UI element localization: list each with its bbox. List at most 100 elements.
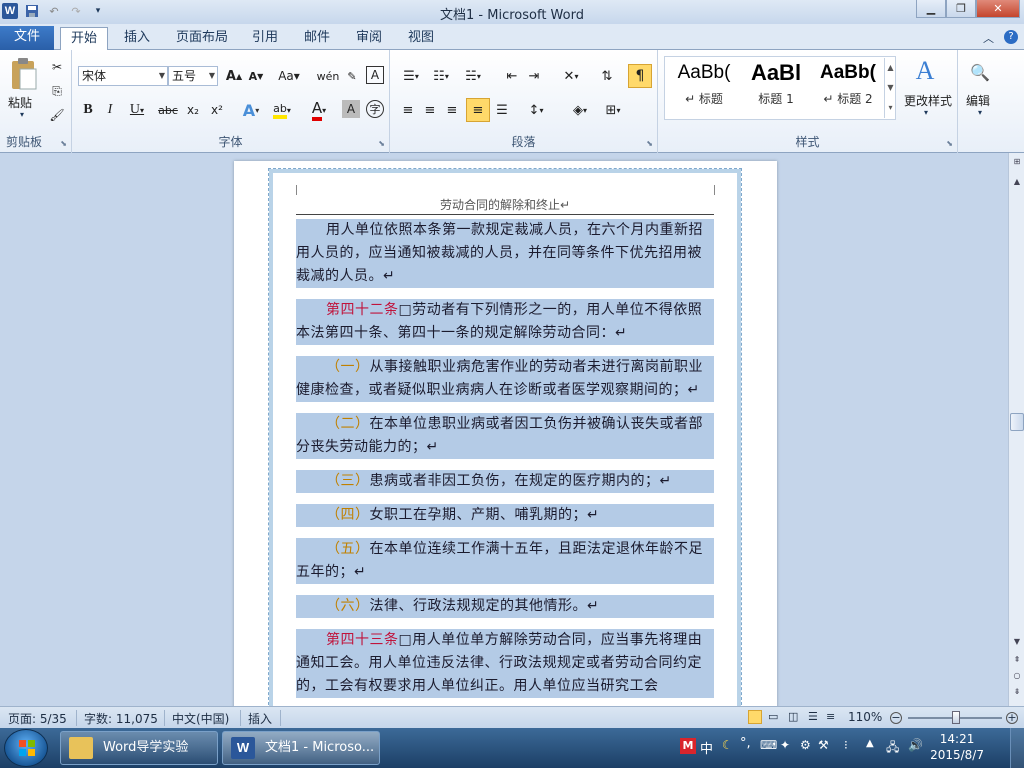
document-paragraph[interactable]: 用人单位依照本条第一款规定裁减人员，在六个月内重新招用人员的，应当通知被裁减的人… [296,219,714,288]
clear-format-icon[interactable]: ✎ [342,66,362,86]
zoom-in-icon[interactable]: + [1006,712,1018,724]
paste-icon[interactable] [8,56,40,92]
web-layout-icon[interactable]: ◫ [788,710,798,723]
document-body[interactable]: 用人单位依照本条第一款规定裁减人员，在六个月内重新招用人员的，应当通知被裁减的人… [296,219,714,706]
keyboard-icon[interactable]: ⌨ [760,738,777,752]
document-paragraph[interactable]: （二）在本单位患职业病或者因工负伤并被确认丧失或者部分丧失劳动能力的；↵ [296,413,714,459]
moon-icon[interactable]: ☾ [722,738,733,752]
paste-button[interactable]: 粘贴 [8,94,32,111]
language-indicator[interactable]: 中文(中国) [172,710,229,727]
tab-insert[interactable]: 插入 [114,27,160,50]
ruler-toggle-icon[interactable]: ⊞ [1010,157,1024,171]
align-left-icon[interactable]: ≡ [398,100,418,120]
chinese-layout-icon[interactable]: ✕ ▾ [556,66,586,86]
tab-references[interactable]: 引用 [242,27,288,50]
paste-dropdown-icon[interactable]: ▾ [20,110,24,119]
tab-review[interactable]: 审阅 [346,27,392,50]
document-paragraph[interactable]: （六）法律、行政法规规定的其他情形。↵ [296,595,714,618]
shading-icon[interactable]: ◈ ▾ [566,100,594,120]
cut-icon[interactable]: ✂ [48,58,66,76]
ime-menu-icon[interactable]: ⁝ [844,738,848,752]
distributed-icon[interactable]: ☰ [492,100,512,120]
bullets-icon[interactable]: ☰ ▾ [398,66,424,86]
borders-icon[interactable]: ⊞ ▾ [598,100,628,120]
change-styles-button[interactable]: 更改样式 [902,92,954,109]
minimize-ribbon-icon[interactable]: ︿ [983,30,994,46]
document-paragraph[interactable]: 第四十二条□劳动者有下列情形之一的，用人单位不得依照本法第四十条、第四十一条的规… [296,299,714,345]
align-center-icon[interactable]: ≡ [420,100,440,120]
taskbar-item-word[interactable]: W 文档1 - Microso... [222,731,380,765]
tab-page-layout[interactable]: 页面布局 [166,27,238,50]
font-color-icon[interactable]: A ▾ [306,99,332,121]
subscript-icon[interactable]: x₂ [182,100,204,120]
zoom-level[interactable]: 110% [848,710,882,724]
browse-object-icon[interactable]: ○ [1010,671,1024,685]
page-counter[interactable]: 页面: 5/35 [8,710,67,727]
document-paragraph[interactable]: 第四十三条□用人单位单方解除劳动合同，应当事先将理由通知工会。用人单位违反法律、… [296,629,714,698]
document-page[interactable]: 劳动合同的解除和终止↵ 用人单位依照本条第一款规定裁减人员，在六个月内重新招用人… [234,161,777,706]
scroll-up-icon[interactable]: ▲ [1010,177,1024,191]
shrink-font-icon[interactable]: A ▼ [246,66,266,86]
decrease-indent-icon[interactable]: ⇤ [502,66,522,86]
align-right-icon[interactable]: ≡ [442,100,462,120]
zoom-slider-thumb[interactable] [952,711,960,724]
numbering-icon[interactable]: ☷ ▾ [428,66,454,86]
justify-icon[interactable]: ≡ [466,98,490,122]
scroll-down-icon[interactable]: ▼ [1010,637,1024,651]
style-item-heading-1[interactable]: AaBl 标题 1 [740,58,812,110]
paragraph-launcher-icon[interactable]: ⬊ [646,139,653,148]
ime-settings-icon[interactable]: ⚒ [818,738,829,752]
underline-icon[interactable]: U ▾ [124,100,150,120]
print-layout-icon[interactable] [748,710,762,724]
document-paragraph[interactable]: （三）患病或者非因工负伤，在规定的医疗期内的；↵ [296,470,714,493]
binoculars-icon[interactable]: 🔍 [968,60,992,84]
style-item-title[interactable]: AaBb( ↵ 标题 [668,58,740,110]
next-page-icon[interactable]: ⇟ [1010,687,1024,701]
copy-icon[interactable]: ⎘ [48,82,66,100]
strikethrough-icon[interactable]: abc [156,100,180,120]
editing-button[interactable]: 编辑 [966,92,990,109]
clock[interactable]: 14:21 2015/8/7 [930,731,984,763]
document-paragraph[interactable]: （一）从事接触职业病危害作业的劳动者未进行离岗前职业健康检查，或者疑似职业病病人… [296,356,714,402]
minimize-button[interactable]: ▁ [916,0,946,18]
enclose-char-icon[interactable]: 字 [366,100,384,118]
change-case-icon[interactable]: Aa▾ [276,66,302,86]
font-size-combo[interactable]: 五号 ▼ [168,66,218,86]
change-styles-icon[interactable]: A [908,56,942,86]
document-paragraph[interactable]: （五）在本单位连续工作满十五年，且距法定退休年龄不足五年的；↵ [296,538,714,584]
tab-mailings[interactable]: 邮件 [294,27,340,50]
increase-indent-icon[interactable]: ⇥ [524,66,544,86]
maximize-button[interactable]: ❐ [946,0,976,18]
tab-view[interactable]: 视图 [398,27,444,50]
text-effects-icon[interactable]: A ▾ [238,100,264,120]
close-button[interactable]: ✕ [976,0,1020,18]
insert-mode[interactable]: 插入 [248,710,272,727]
bold-icon[interactable]: B [78,100,98,120]
sort-icon[interactable]: ⇅ [596,66,618,86]
superscript-icon[interactable]: x² [206,100,228,120]
ime-logo-icon[interactable]: M [680,738,696,754]
show-hidden-icons-icon[interactable]: ▲ [866,738,874,749]
tab-home[interactable]: 开始 [60,27,109,50]
full-screen-reading-icon[interactable]: ▭ [768,710,778,723]
tab-file[interactable]: 文件 [0,26,54,50]
ime-mode[interactable]: 中 [700,738,713,757]
previous-page-icon[interactable]: ⇞ [1010,655,1024,669]
punctuation-icon[interactable]: °, [740,736,751,751]
vertical-scrollbar[interactable]: ⊞ ▲ ▼ ⇞ ○ ⇟ [1008,153,1024,706]
grow-font-icon[interactable]: A ▲ [224,66,244,86]
scroll-thumb[interactable] [1010,413,1024,431]
highlight-icon[interactable]: ab ▾ [268,100,296,120]
start-button[interactable] [4,729,48,767]
outline-icon[interactable]: ☰ [808,710,818,723]
line-spacing-icon[interactable]: ↕ ▾ [522,100,550,120]
word-count[interactable]: 字数: 11,075 [84,710,158,727]
format-painter-icon[interactable]: 🖌 [48,106,66,124]
styles-scroll-icon[interactable]: ▲ ▼ ▾ [884,58,896,118]
document-paragraph[interactable]: （四）女职工在孕期、产期、哺乳期的；↵ [296,504,714,527]
ime-tools-icon[interactable]: ⚙ [800,738,811,752]
phonetic-guide-icon[interactable]: wén [317,66,340,86]
ime-skin-icon[interactable]: ✦ [780,738,790,752]
clipboard-launcher-icon[interactable]: ⬊ [60,139,67,148]
char-shading-icon[interactable]: A [342,100,360,118]
